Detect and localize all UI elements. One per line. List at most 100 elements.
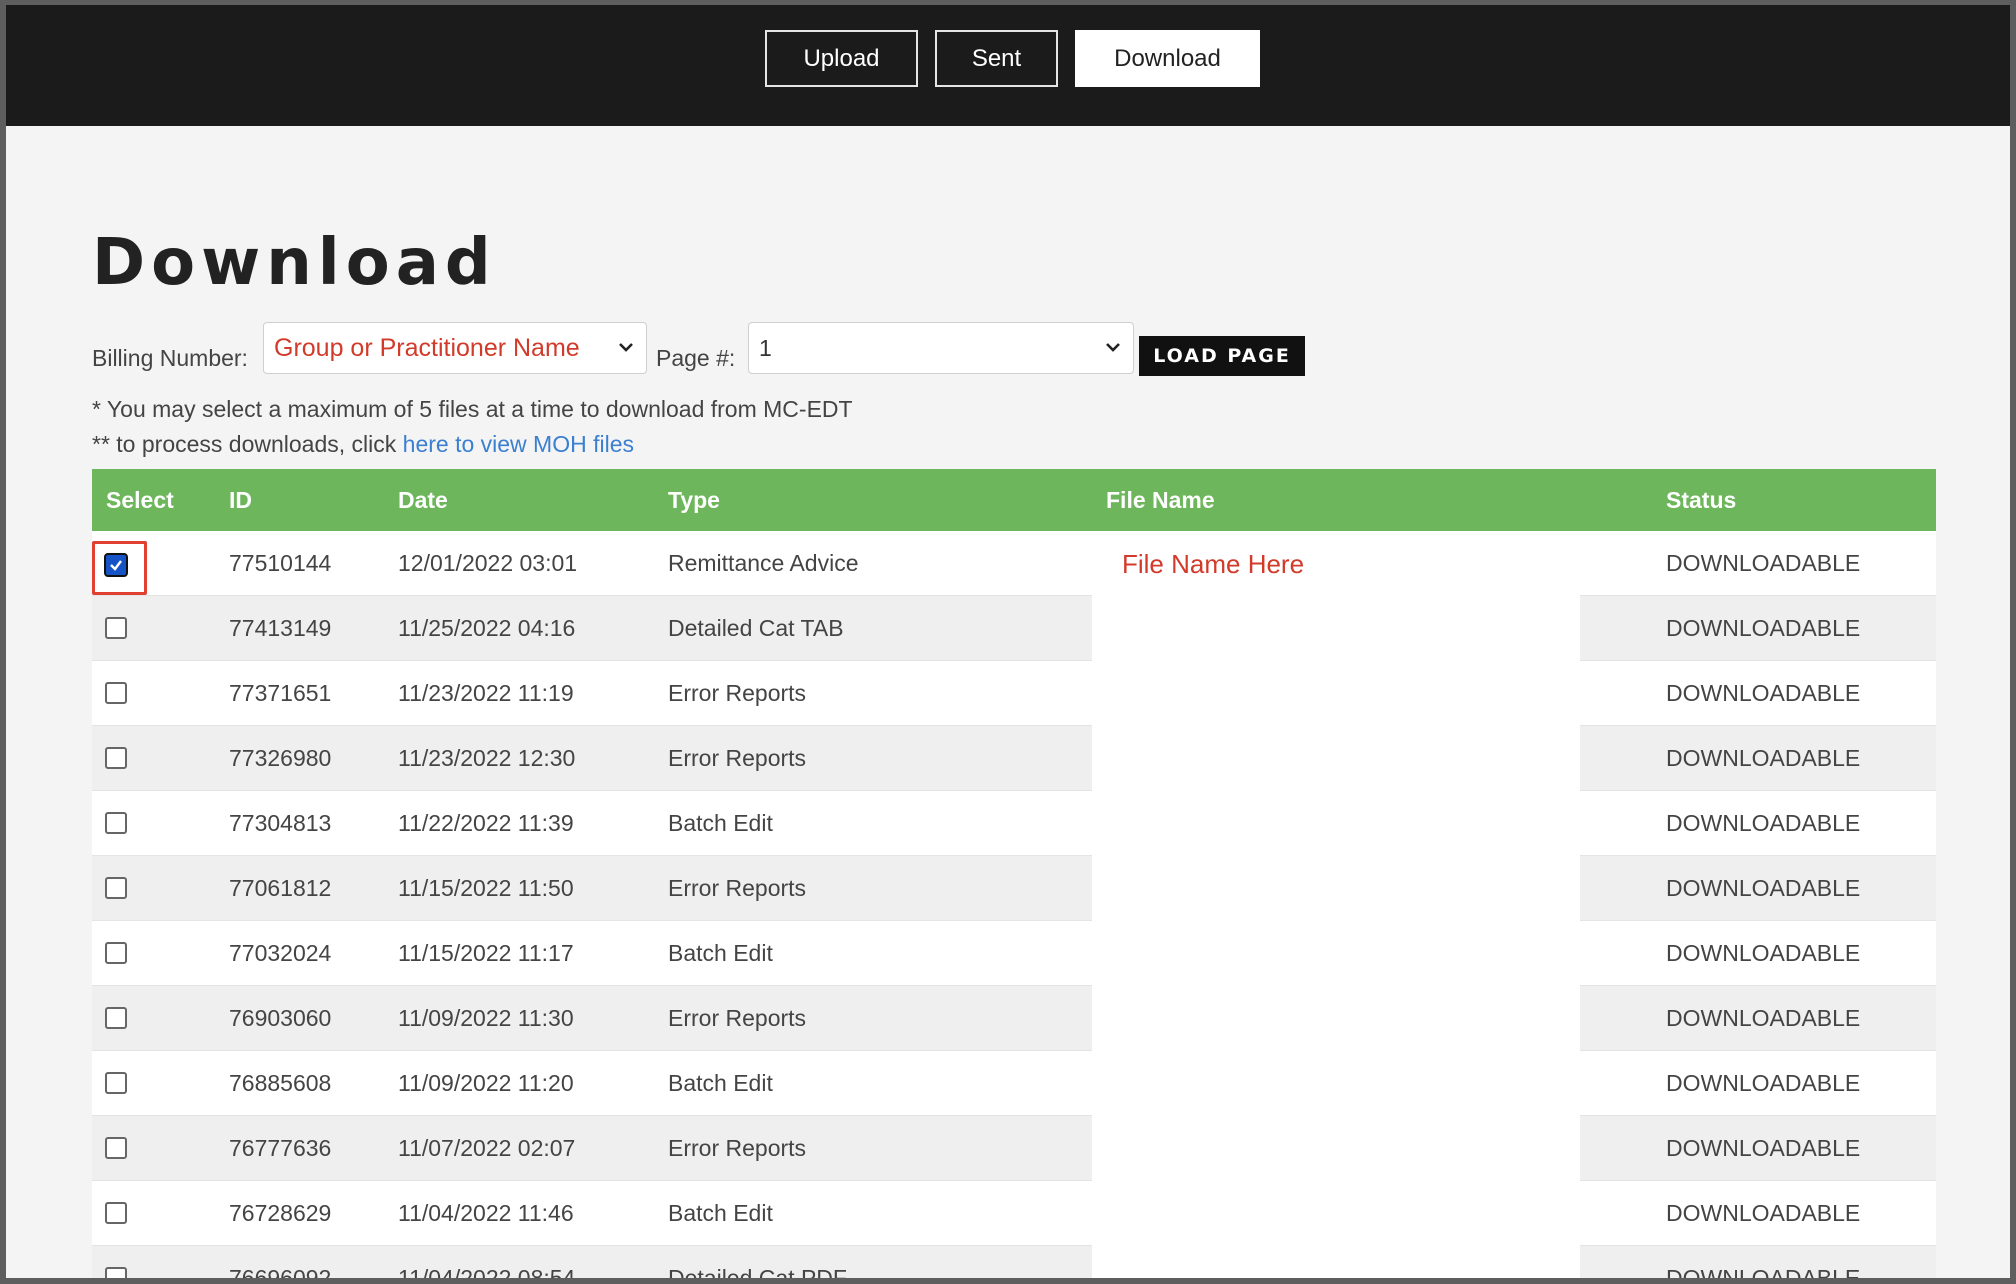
row-type: Error Reports bbox=[668, 744, 807, 771]
row-date: 11/22/2022 11:39 bbox=[398, 809, 574, 836]
downloads-table: Select ID Date Type File Name Status 775… bbox=[92, 469, 1936, 1278]
row-type: Batch Edit bbox=[668, 939, 773, 966]
row-checkbox[interactable] bbox=[105, 1137, 127, 1159]
row-id: 76728629 bbox=[229, 1199, 332, 1226]
header-file-name: File Name bbox=[1106, 486, 1215, 513]
row-date: 11/07/2022 02:07 bbox=[398, 1134, 576, 1161]
row-checkbox[interactable] bbox=[105, 747, 127, 769]
row-checkbox[interactable] bbox=[105, 812, 127, 834]
row-date: 11/25/2022 04:16 bbox=[398, 614, 576, 641]
row-checkbox[interactable] bbox=[105, 1202, 127, 1224]
row-checkbox[interactable] bbox=[105, 877, 127, 899]
view-moh-files-link[interactable]: here to view MOH files bbox=[403, 431, 634, 457]
load-page-button[interactable]: LOAD PAGE bbox=[1139, 336, 1305, 376]
row-select-cell bbox=[92, 986, 202, 1050]
row-date: 11/15/2022 11:17 bbox=[398, 939, 574, 966]
nav-sent-button[interactable]: Sent bbox=[935, 30, 1058, 87]
header-date: Date bbox=[398, 486, 448, 513]
top-nav-bar: Upload Sent Download bbox=[6, 5, 2010, 126]
row-id: 77061812 bbox=[229, 874, 332, 901]
row-status: DOWNLOADABLE bbox=[1666, 809, 1861, 836]
header-type: Type bbox=[668, 486, 720, 513]
page-number-label: Page #: bbox=[656, 345, 736, 371]
nav-download-button[interactable]: Download bbox=[1075, 30, 1260, 87]
row-status: DOWNLOADABLE bbox=[1666, 679, 1861, 706]
table-header: Select ID Date Type File Name Status bbox=[92, 469, 1936, 531]
table-row: 77032024 11/15/2022 11:17 Batch Edit DOWNLO… bbox=[92, 921, 1936, 986]
page-title: Download bbox=[92, 226, 497, 300]
row-status: DOWNLOADABLE bbox=[1666, 549, 1861, 576]
row-select-cell bbox=[92, 661, 202, 725]
table-row: 76885608 11/09/2022 11:20 Batch Edit DOWNLO… bbox=[92, 1051, 1936, 1116]
row-checkbox[interactable] bbox=[105, 1072, 127, 1094]
row-type: Error Reports bbox=[668, 1004, 807, 1031]
row-type: Batch Edit bbox=[668, 1199, 773, 1226]
header-id: ID bbox=[229, 486, 252, 513]
row-status: DOWNLOADABLE bbox=[1666, 1264, 1861, 1279]
table-row: 77510144 12/01/2022 03:01 Remittance Advic… bbox=[92, 531, 1936, 596]
row-select-cell bbox=[92, 726, 202, 790]
row-type: Batch Edit bbox=[668, 809, 773, 836]
row-select-cell bbox=[92, 596, 202, 660]
row-date: 11/04/2022 11:46 bbox=[398, 1199, 574, 1226]
row-checkbox[interactable] bbox=[105, 682, 127, 704]
row-date: 11/23/2022 11:19 bbox=[398, 679, 574, 706]
row-date: 11/15/2022 11:50 bbox=[398, 874, 574, 901]
billing-number-label: Billing Number: bbox=[92, 345, 248, 371]
row-id: 76696092 bbox=[229, 1264, 332, 1279]
row-date: 11/04/2022 08:54 bbox=[398, 1264, 576, 1279]
header-status: Status bbox=[1666, 486, 1737, 513]
row-checkbox[interactable] bbox=[104, 553, 128, 577]
nav-upload-button[interactable]: Upload bbox=[765, 30, 918, 87]
row-id: 77032024 bbox=[229, 939, 332, 966]
row-type: Detailed Cat TAB bbox=[668, 614, 844, 641]
row-checkbox[interactable] bbox=[105, 942, 127, 964]
row-select-cell bbox=[92, 1051, 202, 1115]
row-select-cell bbox=[92, 1116, 202, 1180]
row-checkbox[interactable] bbox=[105, 1007, 127, 1029]
row-id: 77510144 bbox=[229, 549, 332, 576]
row-id: 77371651 bbox=[229, 679, 332, 706]
row-date: 11/09/2022 11:30 bbox=[398, 1004, 574, 1031]
check-icon bbox=[110, 560, 122, 571]
row-checkbox[interactable] bbox=[105, 617, 127, 639]
billing-number-select[interactable]: Group or Practitioner Name bbox=[263, 322, 647, 374]
table-row: 76903060 11/09/2022 11:30 Error Reports DOW… bbox=[92, 986, 1936, 1051]
table-row: 77413149 11/25/2022 04:16 Detailed Cat TAB… bbox=[92, 596, 1936, 661]
row-id: 76903060 bbox=[229, 1004, 332, 1031]
process-downloads-note: ** to process downloads, click here to v… bbox=[92, 431, 634, 458]
row-type: Batch Edit bbox=[668, 1069, 773, 1096]
process-downloads-text: ** to process downloads, click bbox=[92, 431, 403, 457]
table-row: 77371651 11/23/2022 11:19 Error Reports DOW… bbox=[92, 661, 1936, 726]
row-type: Detailed Cat PDF bbox=[668, 1264, 847, 1279]
row-id: 76885608 bbox=[229, 1069, 332, 1096]
row-status: DOWNLOADABLE bbox=[1666, 744, 1861, 771]
table-row: 77326980 11/23/2022 12:30 Error Reports DOW… bbox=[92, 726, 1936, 791]
row-checkbox[interactable] bbox=[105, 1267, 127, 1278]
row-status: DOWNLOADABLE bbox=[1666, 614, 1861, 641]
row-select-cell bbox=[92, 856, 202, 920]
table-row: 76777636 11/07/2022 02:07 Error Reports DOW… bbox=[92, 1116, 1936, 1181]
row-select-cell bbox=[92, 1181, 202, 1245]
header-select: Select bbox=[106, 486, 174, 513]
table-body: 77510144 12/01/2022 03:01 Remittance Advic… bbox=[92, 531, 1936, 1278]
page-number-select[interactable]: 1 bbox=[748, 322, 1134, 374]
table-row: 76696092 11/04/2022 08:54 Detailed Cat PDF… bbox=[92, 1246, 1936, 1278]
table-row: 76728629 11/04/2022 11:46 Batch Edit DOWNLO… bbox=[92, 1181, 1936, 1246]
row-id: 77413149 bbox=[229, 614, 332, 641]
row-select-cell bbox=[92, 1246, 202, 1278]
chevron-down-icon bbox=[619, 343, 633, 352]
row-select-cell bbox=[92, 921, 202, 985]
row-status: DOWNLOADABLE bbox=[1666, 939, 1861, 966]
row-type: Error Reports bbox=[668, 1134, 807, 1161]
row-date: 11/09/2022 11:20 bbox=[398, 1069, 574, 1096]
row-select-cell bbox=[92, 531, 202, 595]
row-status: DOWNLOADABLE bbox=[1666, 1004, 1861, 1031]
row-id: 77326980 bbox=[229, 744, 332, 771]
page-number-value: 1 bbox=[759, 334, 772, 361]
billing-number-value: Group or Practitioner Name bbox=[274, 333, 580, 362]
row-status: DOWNLOADABLE bbox=[1666, 1134, 1861, 1161]
file-name-placeholder: File Name Here bbox=[1122, 549, 1305, 579]
max-files-note: * You may select a maximum of 5 files at… bbox=[92, 396, 853, 422]
file-name-column-area bbox=[1092, 531, 1580, 1278]
